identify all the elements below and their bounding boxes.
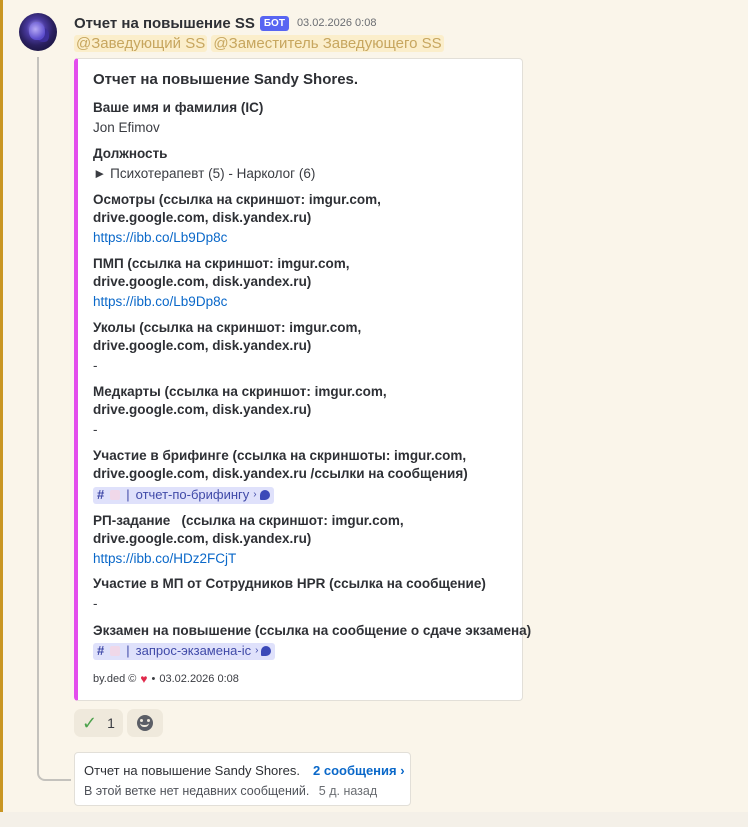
channel-emoji-icon — [110, 646, 121, 656]
field-rp-task: РП-задание (ссылка на скриншот: imgur.co… — [93, 512, 404, 568]
channel-emoji-icon — [110, 490, 121, 500]
mentions: @Заведующий SS @Заместитель Заведующего … — [74, 35, 444, 52]
heart-icon: ♥ — [140, 672, 148, 686]
field-briefing: Участие в брифинге (ссылка на скриншоты:… — [93, 447, 468, 504]
field-label-line: drive.google.com, disk.yandex.ru /ссылки… — [93, 466, 468, 481]
thread-title[interactable]: Отчет на повышение Sandy Shores. — [84, 763, 300, 778]
field-medcards: Медкарты (ссылка на скриншот: imgur.com,… — [93, 383, 387, 439]
smiley-icon — [136, 715, 153, 731]
hash-icon: # — [97, 487, 105, 502]
channel-mention-exam[interactable]: # | запрос-экзамена-ic › — [93, 642, 276, 660]
chevron-right-icon: › — [253, 489, 257, 500]
field-label: Экзамен на повышение (ссылка на сообщени… — [93, 623, 532, 638]
speech-bubble-icon — [259, 490, 270, 500]
footer-author: by.ded © — [93, 673, 137, 685]
footer-timestamp: 03.02.2026 0:08 — [159, 673, 239, 685]
message-timestamp[interactable]: 03.02.2026 0:08 — [297, 17, 377, 29]
thread-status-text: В этой ветке нет недавних сообщений. — [84, 784, 310, 798]
channel-name: отчет-по-брифингу — [135, 487, 250, 502]
field-label: Должность — [93, 146, 168, 161]
field-value: ► Психотерапевт (5) - Нарколог (6) — [93, 166, 316, 181]
field-name-surname: Ваше имя и фамилия (IC) Jon Efimov — [93, 99, 263, 137]
field-first-aid: ПМП (ссылка на скриншот: imgur.com, driv… — [93, 255, 349, 311]
embed-title: Отчет на повышение Sandy Shores. — [93, 71, 359, 88]
bot-badge: БОТ — [259, 15, 289, 31]
field-hpr-events: Участие в МП от Сотрудников HPR (ссылка … — [93, 575, 486, 613]
field-label-line: drive.google.com, disk.yandex.ru) — [93, 531, 312, 546]
field-exam: Экзамен на повышение (ссылка на сообщени… — [93, 622, 531, 660]
footer-separator: • — [151, 673, 156, 685]
field-link[interactable]: https://ibb.co/Lb9Dp8c — [93, 293, 349, 311]
thread-status: В этой ветке нет недавних сообщений. 5 д… — [84, 784, 377, 798]
field-label-line: Медкарты (ссылка на скриншот: imgur.com, — [93, 384, 387, 399]
channel-mention-briefing[interactable]: # | отчет-по-брифингу › — [93, 486, 274, 504]
field-label: Участие в МП от Сотрудников HPR (ссылка … — [93, 576, 486, 591]
field-label-line: drive.google.com, disk.yandex.ru) — [93, 274, 312, 289]
field-value: - — [93, 596, 98, 611]
field-label: Ваше имя и фамилия (IC) — [93, 100, 264, 115]
report-embed: Отчет на повышение Sandy Shores. Ваше им… — [74, 58, 531, 701]
highlight-bar — [0, 0, 3, 812]
mention-head[interactable]: @Заведующий SS — [74, 35, 208, 52]
field-label-line: drive.google.com, disk.yandex.ru) — [93, 210, 312, 225]
reaction-check[interactable]: ✓ 1 — [74, 709, 123, 737]
thread-age: 5 д. назад — [318, 784, 378, 798]
hash-icon: # — [97, 643, 105, 658]
thread-preview[interactable]: Отчет на повышение Sandy Shores. 2 сообщ… — [74, 752, 411, 806]
field-link[interactable]: https://ibb.co/HDz2FCjT — [93, 550, 404, 568]
field-label-line: ПМП (ссылка на скриншот: imgur.com, — [93, 256, 350, 271]
thread-message-count[interactable]: 2 сообщения › — [313, 763, 405, 778]
bot-avatar[interactable] — [19, 13, 57, 51]
reaction-bar: ✓ 1 — [74, 709, 163, 737]
field-label-line: Участие в брифинге (ссылка на скриншоты:… — [93, 448, 467, 463]
embed-footer: by.ded © ♥ • 03.02.2026 0:08 — [93, 672, 239, 686]
chevron-right-icon: › — [255, 645, 259, 656]
field-position: Должность ► Психотерапевт (5) - Нарколог… — [93, 145, 315, 183]
add-reaction-button[interactable] — [126, 709, 163, 737]
field-label-line: drive.google.com, disk.yandex.ru) — [93, 402, 312, 417]
speech-bubble-icon — [261, 646, 272, 656]
pipe-separator: | — [126, 643, 130, 658]
field-label-line: drive.google.com, disk.yandex.ru) — [93, 338, 312, 353]
check-mark-icon: ✓ — [82, 712, 98, 733]
message-header: Отчет на повышение SS БОТ 03.02.2026 0:0… — [74, 13, 376, 33]
field-value: - — [93, 358, 98, 373]
thread-connector-line — [37, 57, 71, 781]
field-inspections: Осмотры (ссылка на скриншот: imgur.com, … — [93, 191, 381, 247]
field-value: - — [93, 422, 98, 437]
pipe-separator: | — [126, 487, 130, 502]
field-link[interactable]: https://ibb.co/Lb9Dp8c — [93, 229, 381, 247]
channel-name: запрос-экзамена-ic — [135, 643, 252, 658]
field-injections: Уколы (ссылка на скриншот: imgur.com, dr… — [93, 319, 361, 375]
field-label-line: Уколы (ссылка на скриншот: imgur.com, — [93, 320, 362, 335]
bottom-strip — [0, 812, 748, 827]
field-label-line: Осмотры (ссылка на скриншот: imgur.com, — [93, 192, 381, 207]
author-name[interactable]: Отчет на повышение SS — [74, 15, 255, 32]
mention-deputy[interactable]: @Заместитель Заведующего SS — [211, 35, 444, 52]
field-label-line: РП-задание (ссылка на скриншот: imgur.co… — [93, 513, 404, 528]
reaction-count: 1 — [107, 715, 115, 731]
field-value: Jon Efimov — [93, 120, 160, 135]
